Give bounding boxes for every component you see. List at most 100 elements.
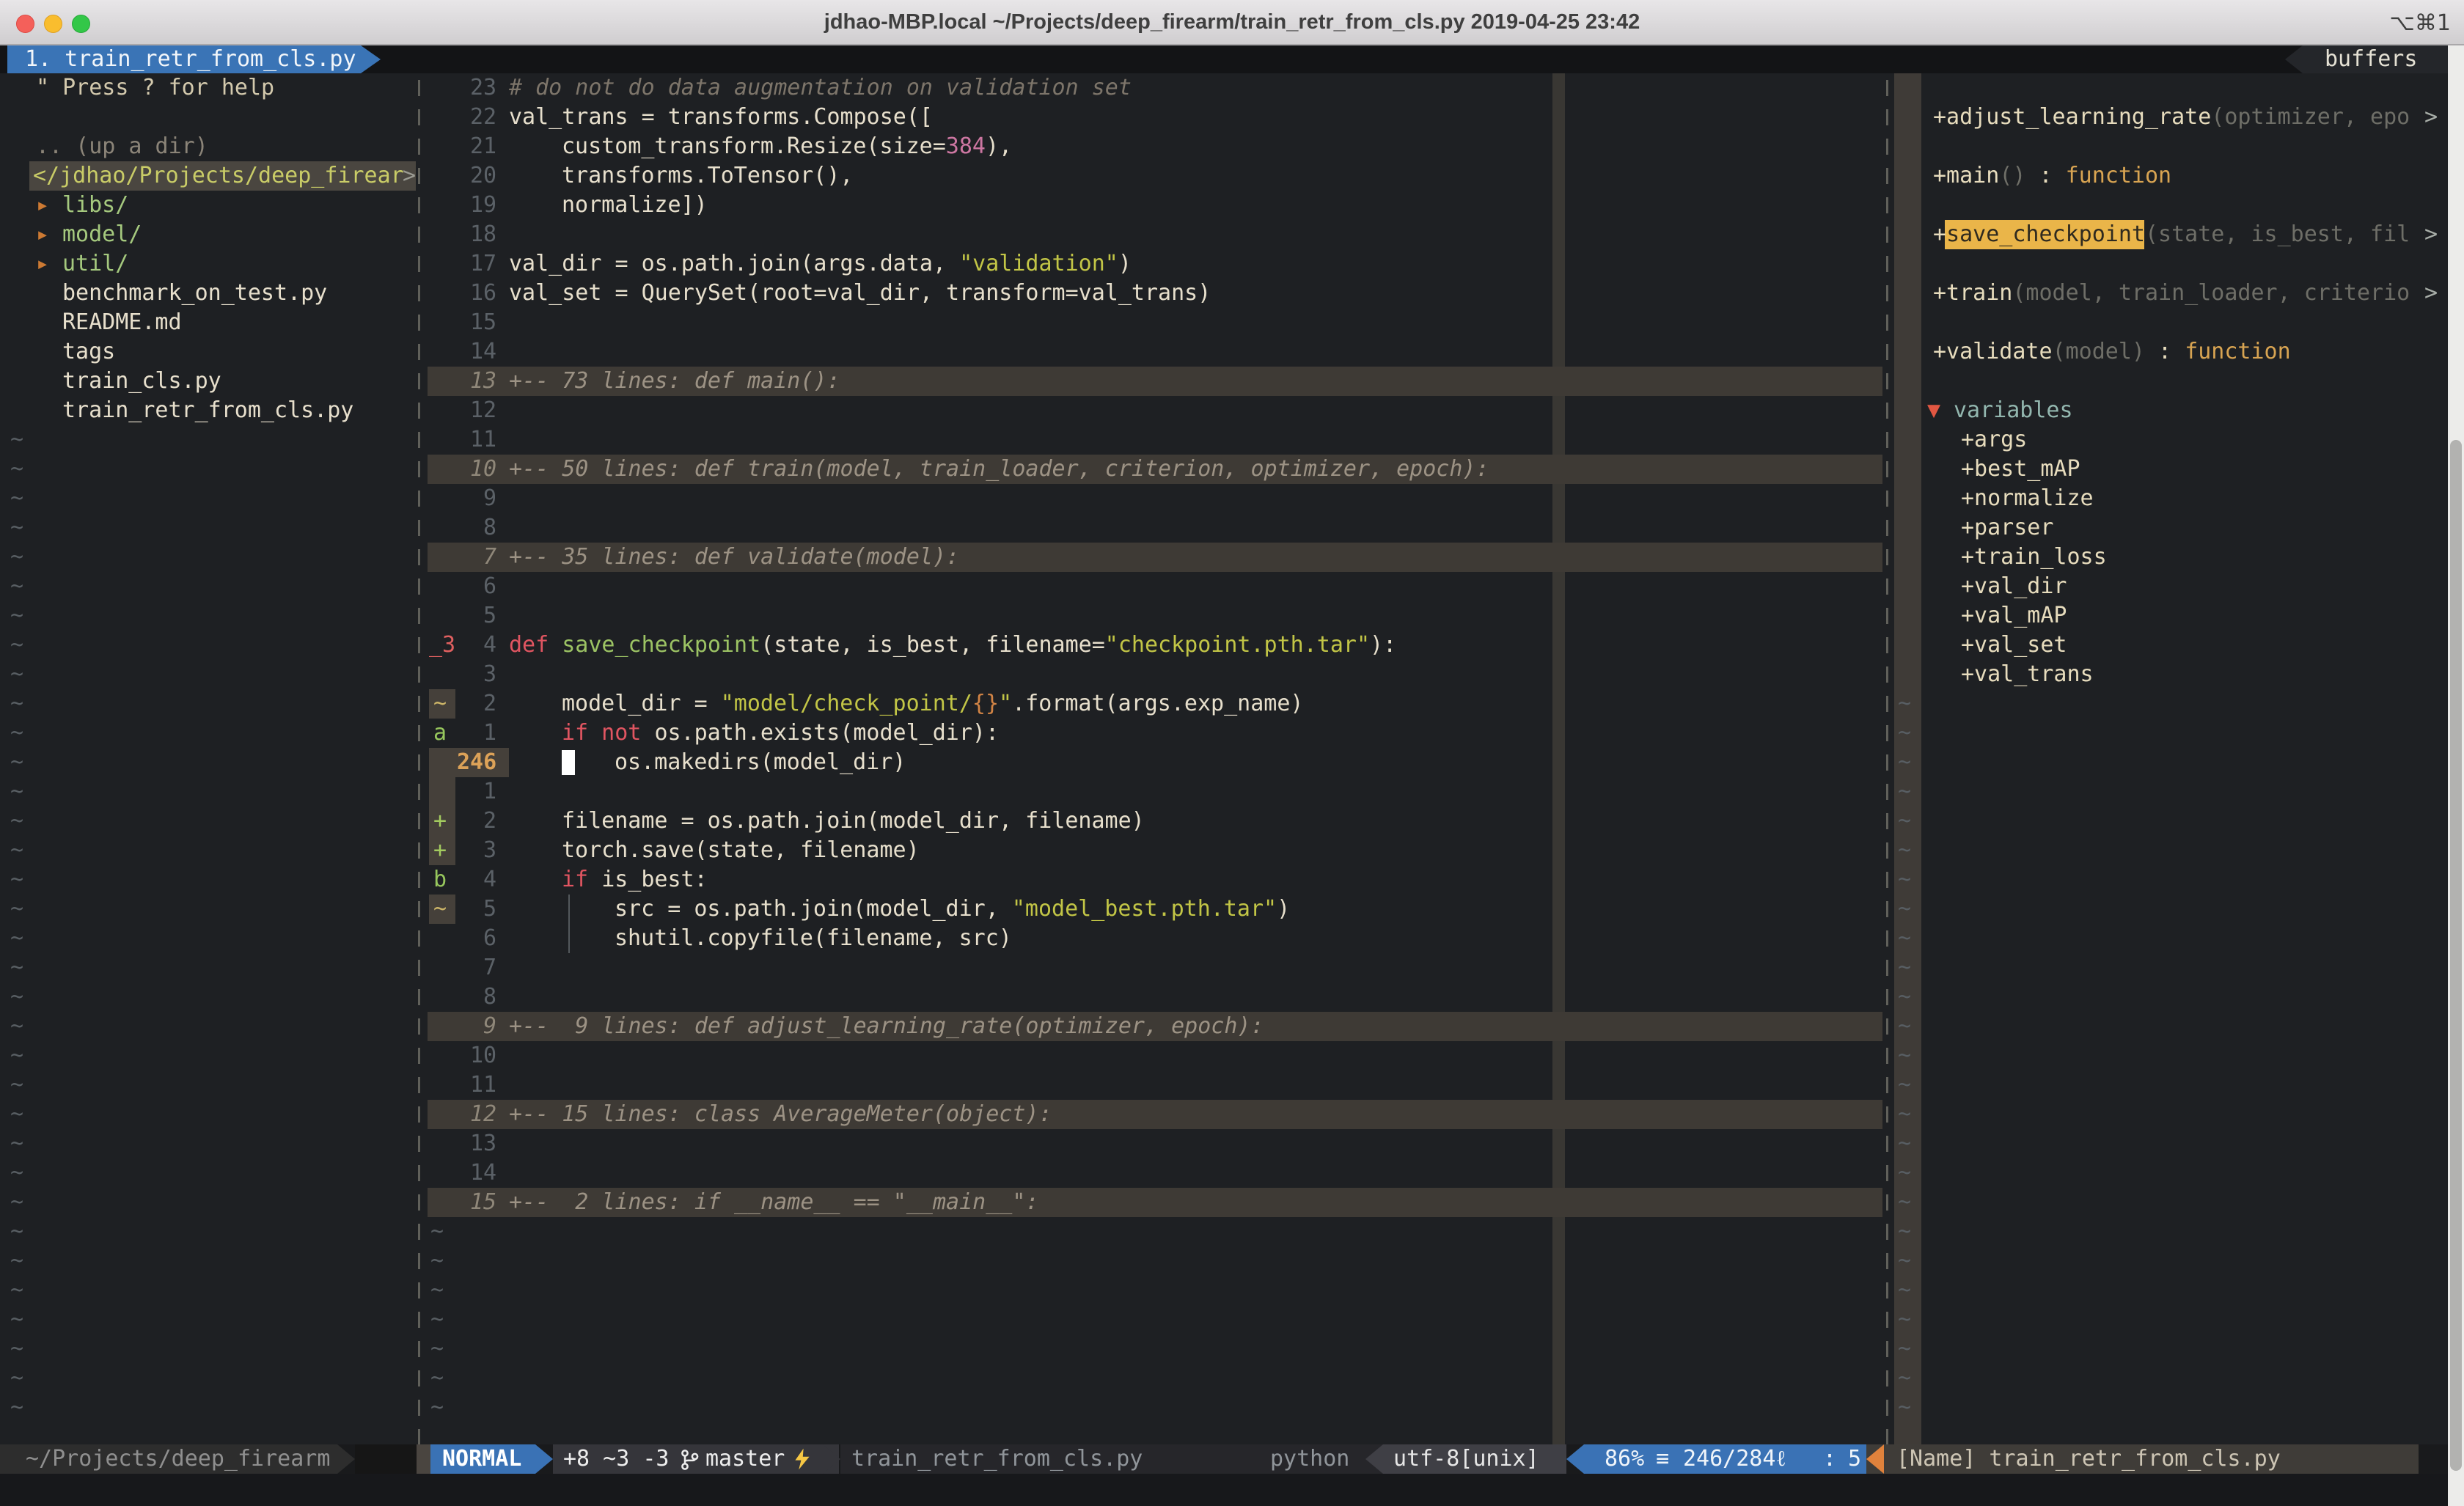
code-row-8[interactable]: val_set = QuerySet(root=val_dir, transfo… — [509, 279, 1211, 308]
code-row-29[interactable]: src = os.path.join(model_dir, "model_bes… — [615, 895, 1290, 924]
tagbar-row-12[interactable]: variables — [1954, 396, 2073, 425]
scrollbar-thumb[interactable] — [2450, 440, 2462, 1471]
tagbar-row-6[interactable]: +save_checkpoint(state, is_best, fil — [1933, 220, 2410, 249]
code-row-21[interactable]: 3 — [483, 660, 496, 689]
nerdtree-row-5[interactable]: ▸ — [36, 191, 49, 220]
code-row-23[interactable]: 1 — [483, 719, 496, 748]
code-row-3[interactable]: custom_transform.Resize(size=384), — [562, 132, 1012, 161]
nerdtree-row-10[interactable]: tags — [62, 337, 115, 367]
code-row-27[interactable]: + — [433, 836, 447, 865]
code-row-24[interactable]: os.makedirs(model_dir) — [615, 748, 906, 777]
code-row-5[interactable]: 19 — [470, 191, 496, 220]
nerdtree-row-7[interactable]: util/ — [62, 249, 128, 279]
tagbar-row-15[interactable]: +normalize — [1961, 484, 2094, 513]
code-row-22[interactable]: model_dir = "model/check_point/{}".forma… — [562, 689, 1303, 719]
nerdtree-row-4[interactable]: </jdhao/Projects/deep_firear — [33, 161, 404, 191]
code-row-24[interactable]: 246 — [457, 748, 496, 777]
nerdtree-row-4[interactable]: > — [403, 161, 416, 191]
tagbar-row-20[interactable]: +val_set — [1961, 631, 2067, 660]
command-line[interactable] — [0, 1474, 2464, 1506]
code-row-5[interactable]: normalize]) — [562, 191, 708, 220]
code-row-34[interactable]: 10 — [470, 1041, 496, 1070]
code-row-25[interactable]: 1 — [483, 777, 496, 807]
code-row-32[interactable]: 8 — [483, 982, 496, 1012]
code-row-16[interactable]: 8 — [483, 513, 496, 543]
code-row-30[interactable]: 6 — [483, 924, 496, 953]
tagbar-row-2[interactable]: > — [2424, 103, 2438, 132]
code-row-39[interactable]: 15 — [470, 1188, 496, 1217]
nerdtree-row-11[interactable]: train_cls.py — [62, 367, 221, 396]
nerdtree-row-8[interactable]: benchmark_on_test.py — [62, 279, 327, 308]
code-row-3[interactable]: 21 — [470, 132, 496, 161]
code-row-14[interactable]: +-- 50 lines: def train(model, train_loa… — [509, 455, 1489, 484]
tagbar-row-12[interactable]: ▼ — [1927, 396, 1940, 425]
tagbar-row-18[interactable]: +val_dir — [1961, 572, 2067, 601]
code-row-26[interactable]: filename = os.path.join(model_dir, filen… — [562, 807, 1145, 836]
code-row-36[interactable]: +-- 15 lines: class AverageMeter(object)… — [509, 1100, 1052, 1129]
code-row-26[interactable]: 2 — [483, 807, 496, 836]
code-row-31[interactable]: 7 — [483, 953, 496, 982]
code-row-37[interactable]: 13 — [470, 1129, 496, 1158]
code-row-9[interactable]: 15 — [470, 308, 496, 337]
nerdtree-row-6[interactable]: ▸ — [36, 220, 49, 249]
code-row-27[interactable]: 3 — [483, 836, 496, 865]
code-row-23[interactable]: if not os.path.exists(model_dir): — [562, 719, 999, 748]
code-row-29[interactable]: ~ — [433, 895, 447, 924]
code-row-10[interactable]: 14 — [470, 337, 496, 367]
code-row-22[interactable]: 2 — [483, 689, 496, 719]
code-row-2[interactable]: val_trans = transforms.Compose([ — [509, 103, 933, 132]
code-row-13[interactable]: 11 — [470, 425, 496, 455]
tagbar-row-17[interactable]: +train_loss — [1961, 543, 2107, 572]
code-row-28[interactable]: b — [433, 865, 447, 895]
code-row-33[interactable]: +-- 9 lines: def adjust_learning_rate(op… — [509, 1012, 1264, 1041]
nerdtree-row-9[interactable]: README.md — [62, 308, 182, 337]
code-row-38[interactable]: 14 — [470, 1158, 496, 1188]
scrollbar-track[interactable] — [2448, 45, 2464, 1506]
code-row-36[interactable]: 12 — [470, 1100, 496, 1129]
code-row-14[interactable]: 10 — [470, 455, 496, 484]
nerdtree-row-7[interactable]: ▸ — [36, 249, 49, 279]
code-row-39[interactable]: +-- 2 lines: if __name__ == "__main__": — [509, 1188, 1038, 1217]
editor-content[interactable]: " Press ? for help.. (up a dir)</jdhao/P… — [0, 0, 2464, 1506]
code-row-12[interactable]: 12 — [470, 396, 496, 425]
tagbar-row-8[interactable]: > — [2424, 279, 2438, 308]
code-row-17[interactable]: +-- 35 lines: def validate(model): — [509, 543, 959, 572]
tagbar-row-13[interactable]: +args — [1961, 425, 2027, 455]
tagbar-row-16[interactable]: +parser — [1961, 513, 2053, 543]
tagbar-row-10[interactable]: +validate(model) : function — [1933, 337, 2291, 367]
tagbar-row-19[interactable]: +val_mAP — [1961, 601, 2067, 631]
code-row-7[interactable]: val_dir = os.path.join(args.data, "valid… — [509, 249, 1132, 279]
code-row-35[interactable]: 11 — [470, 1070, 496, 1100]
code-row-11[interactable]: 13 — [470, 367, 496, 396]
code-row-27[interactable]: torch.save(state, filename) — [562, 836, 920, 865]
nerdtree-row-1[interactable]: " Press ? for help — [36, 73, 274, 103]
code-row-20[interactable]: _3 — [429, 631, 455, 660]
code-row-26[interactable]: + — [433, 807, 447, 836]
code-row-15[interactable]: 9 — [483, 484, 496, 513]
code-row-4[interactable]: 20 — [470, 161, 496, 191]
code-row-4[interactable]: transforms.ToTensor(), — [562, 161, 853, 191]
code-row-30[interactable]: shutil.copyfile(filename, src) — [615, 924, 1012, 953]
code-row-1[interactable]: 23 — [470, 73, 496, 103]
code-row-18[interactable]: 6 — [483, 572, 496, 601]
code-row-20[interactable]: 4 — [483, 631, 496, 660]
nerdtree-row-12[interactable]: train_retr_from_cls.py — [62, 396, 353, 425]
code-row-28[interactable]: if is_best: — [562, 865, 708, 895]
tagbar-row-14[interactable]: +best_mAP — [1961, 455, 2080, 484]
code-row-7[interactable]: 17 — [470, 249, 496, 279]
code-row-1[interactable]: # do not do data augmentation on validat… — [509, 73, 1132, 103]
tagbar-row-4[interactable]: +main() : function — [1933, 161, 2171, 191]
code-row-29[interactable]: 5 — [483, 895, 496, 924]
code-row-19[interactable]: 5 — [483, 601, 496, 631]
tagbar-row-6[interactable]: > — [2424, 220, 2438, 249]
code-row-11[interactable]: +-- 73 lines: def main(): — [509, 367, 840, 396]
code-row-8[interactable]: 16 — [470, 279, 496, 308]
tagbar-row-8[interactable]: +train(model, train_loader, criterio — [1933, 279, 2410, 308]
code-row-23[interactable]: a — [433, 719, 447, 748]
code-row-6[interactable]: 18 — [470, 220, 496, 249]
code-row-33[interactable]: 9 — [483, 1012, 496, 1041]
code-row-17[interactable]: 7 — [483, 543, 496, 572]
code-row-22[interactable]: ~ — [433, 689, 447, 719]
code-row-28[interactable]: 4 — [483, 865, 496, 895]
tagbar-row-2[interactable]: +adjust_learning_rate(optimizer, epo — [1933, 103, 2410, 132]
